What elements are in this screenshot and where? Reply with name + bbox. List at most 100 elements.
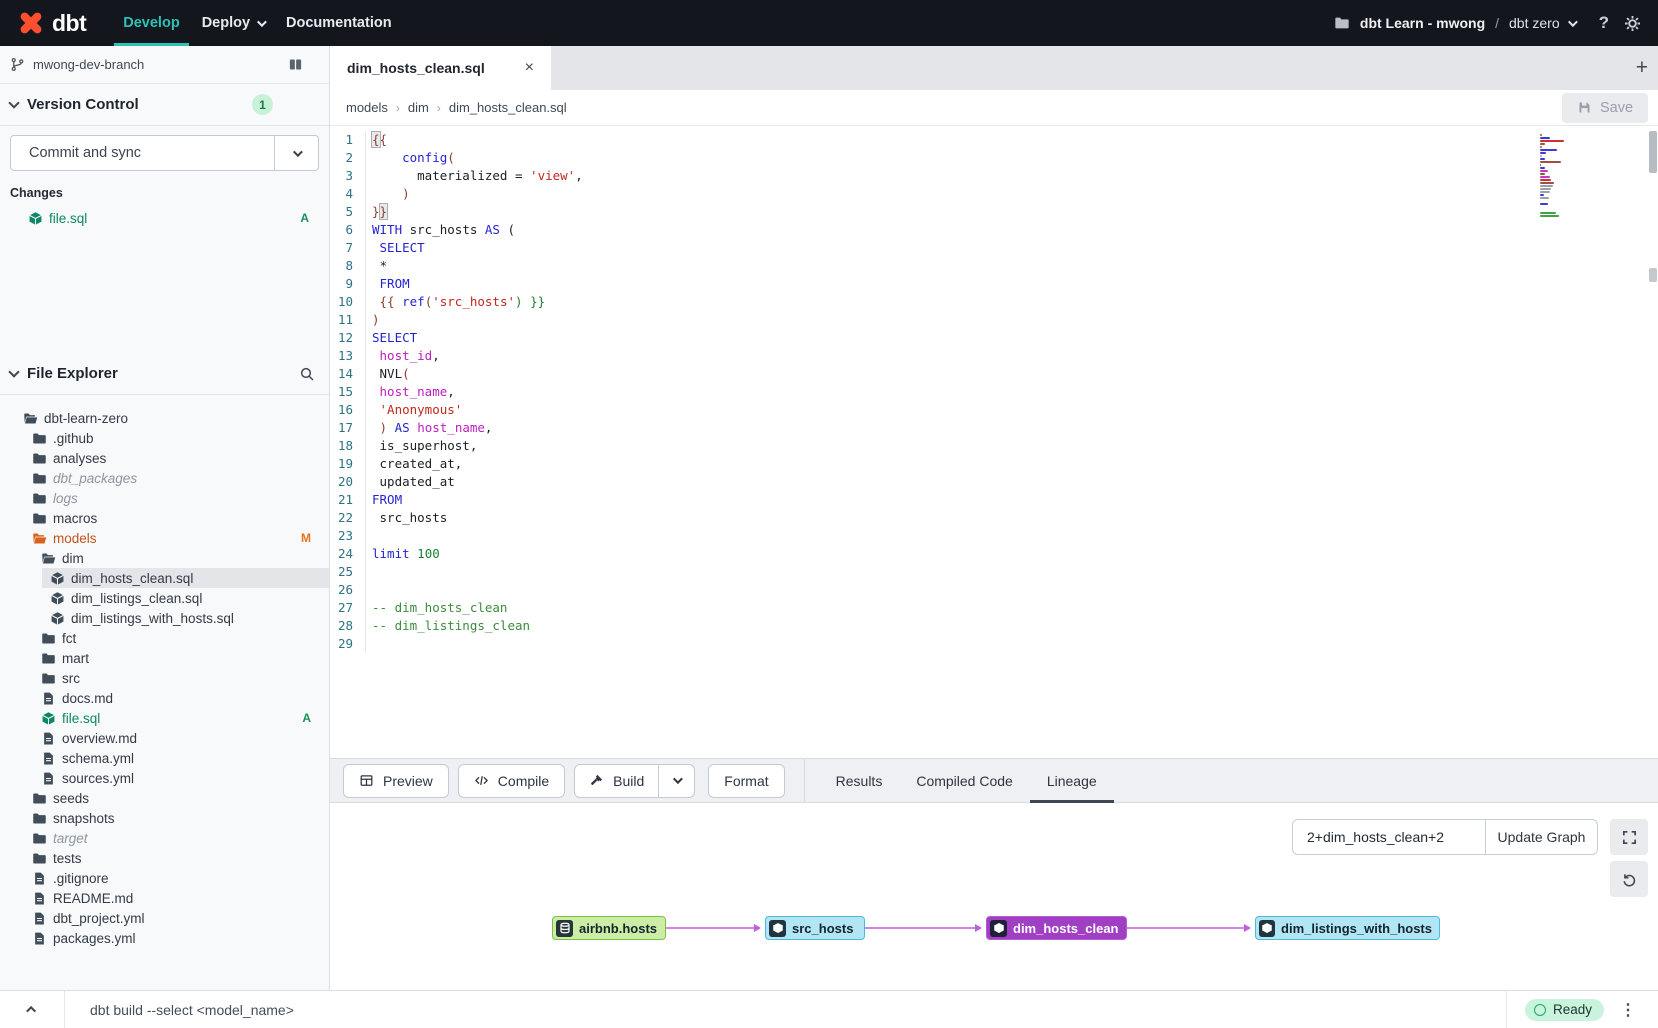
code-line[interactable]: 27-- dim_hosts_clean xyxy=(330,599,1658,617)
tree-item-dbt_project.yml[interactable]: dbt_project.yml xyxy=(0,908,329,928)
reader-icon[interactable] xyxy=(287,57,304,72)
tab-compiled-code[interactable]: Compiled Code xyxy=(899,759,1030,802)
code-line[interactable]: 23 xyxy=(330,527,1658,545)
code-line[interactable]: 25 xyxy=(330,563,1658,581)
lineage-node-dim_hosts_clean[interactable]: dim_hosts_clean xyxy=(986,916,1127,940)
code-line[interactable]: 15 host_name, xyxy=(330,383,1658,401)
command-input[interactable]: dbt build --select <model_name> xyxy=(90,1002,1506,1018)
fullscreen-button[interactable] xyxy=(1610,819,1648,855)
tree-item-tests[interactable]: tests xyxy=(0,848,329,868)
new-tab-button[interactable]: + xyxy=(1636,46,1648,90)
code-line[interactable]: 20 updated_at xyxy=(330,473,1658,491)
code-line[interactable]: 29 xyxy=(330,635,1658,653)
nav-deploy[interactable]: Deploy xyxy=(191,0,275,46)
save-button[interactable]: Save xyxy=(1562,93,1648,123)
tree-item-seeds[interactable]: seeds xyxy=(0,788,329,808)
lineage-node-dim_listings_with_hosts[interactable]: dim_listings_with_hosts xyxy=(1255,916,1440,940)
preview-button[interactable]: Preview xyxy=(343,764,449,798)
close-icon[interactable]: × xyxy=(525,59,534,77)
tree-item-macros[interactable]: macros xyxy=(0,508,329,528)
code-line[interactable]: 21FROM xyxy=(330,491,1658,509)
tree-item-.github[interactable]: .github xyxy=(0,428,329,448)
tree-item-src[interactable]: src xyxy=(0,668,329,688)
code-line[interactable]: 2 config( xyxy=(330,149,1658,167)
code-line[interactable]: 19 created_at, xyxy=(330,455,1658,473)
build-button[interactable]: Build xyxy=(575,765,658,797)
tree-item-sources.yml[interactable]: sources.yml xyxy=(0,768,329,788)
tab-dim-hosts-clean[interactable]: dim_hosts_clean.sql × xyxy=(330,46,551,90)
commit-options-dropdown[interactable] xyxy=(274,136,318,170)
search-icon[interactable] xyxy=(299,366,315,382)
tree-item-models[interactable]: modelsM xyxy=(0,528,329,548)
editor-scrollbar[interactable] xyxy=(1648,126,1658,758)
expand-command-panel-button[interactable] xyxy=(0,991,65,1028)
tree-item-dim_listings_clean.sql[interactable]: dim_listings_clean.sql xyxy=(0,588,329,608)
code-line[interactable]: 17 ) AS host_name, xyxy=(330,419,1658,437)
nav-develop[interactable]: Develop xyxy=(112,0,190,46)
code-line[interactable]: 12SELECT xyxy=(330,329,1658,347)
tree-item-logs[interactable]: logs xyxy=(0,488,329,508)
code-line[interactable]: 7 SELECT xyxy=(330,239,1658,257)
compile-button[interactable]: Compile xyxy=(458,764,565,798)
code-line[interactable]: 13 host_id, xyxy=(330,347,1658,365)
code-line[interactable]: 26 xyxy=(330,581,1658,599)
dbt-logo[interactable]: dbt xyxy=(18,10,86,37)
tree-item-.gitignore[interactable]: .gitignore xyxy=(0,868,329,888)
lineage-node-airbnb.hosts[interactable]: airbnb.hosts xyxy=(552,916,666,940)
code-line[interactable]: 18 is_superhost, xyxy=(330,437,1658,455)
tree-item-dim_hosts_clean.sql[interactable]: dim_hosts_clean.sql xyxy=(0,568,329,588)
reset-view-button[interactable] xyxy=(1610,861,1648,897)
tree-item-README.md[interactable]: README.md xyxy=(0,888,329,908)
environment-selector[interactable]: dbt zero xyxy=(1509,15,1575,31)
code-line[interactable]: 4 ) xyxy=(330,185,1658,203)
file-explorer-header[interactable]: File Explorer xyxy=(0,353,329,395)
branch-row[interactable]: mwong-dev-branch xyxy=(0,46,329,84)
tree-item-schema.yml[interactable]: schema.yml xyxy=(0,748,329,768)
code-editor[interactable]: 1{{2 config(3 materialized = 'view',4 )5… xyxy=(330,126,1658,758)
update-graph-button[interactable]: Update Graph xyxy=(1485,820,1597,854)
build-options-dropdown[interactable] xyxy=(658,765,694,797)
code-line[interactable]: 9 FROM xyxy=(330,275,1658,293)
code-line[interactable]: 11) xyxy=(330,311,1658,329)
code-line[interactable]: 1{{ xyxy=(330,131,1658,149)
tree-item-dim_listings_with_hosts.sql[interactable]: dim_listings_with_hosts.sql xyxy=(0,608,329,628)
account-switcher[interactable]: dbt Learn - mwong / dbt zero ? xyxy=(1334,13,1642,33)
code-line[interactable]: 5}} xyxy=(330,203,1658,221)
code-line[interactable]: 14 NVL( xyxy=(330,365,1658,383)
tree-item-target[interactable]: target xyxy=(0,828,329,848)
tree-item-file.sql[interactable]: file.sqlA xyxy=(0,708,329,728)
nav-documentation[interactable]: Documentation xyxy=(275,0,403,46)
changed-file-row[interactable]: file.sql A xyxy=(10,208,319,228)
code-line[interactable]: 10 {{ ref('src_hosts') }} xyxy=(330,293,1658,311)
tree-item-mart[interactable]: mart xyxy=(0,648,329,668)
kebab-menu-icon[interactable]: ⋮ xyxy=(1620,1000,1636,1020)
commit-and-sync-button[interactable]: Commit and sync xyxy=(10,135,319,171)
breadcrumb-item[interactable]: dim xyxy=(408,100,429,115)
lineage-node-src_hosts[interactable]: src_hosts xyxy=(765,916,865,940)
code-line[interactable]: 16 'Anonymous' xyxy=(330,401,1658,419)
scrollbar-thumb[interactable] xyxy=(1649,131,1657,173)
tree-item-snapshots[interactable]: snapshots xyxy=(0,808,329,828)
code-line[interactable]: 3 materialized = 'view', xyxy=(330,167,1658,185)
code-line[interactable]: 22 src_hosts xyxy=(330,509,1658,527)
tree-item-dim[interactable]: dim xyxy=(0,548,329,568)
tab-lineage[interactable]: Lineage xyxy=(1030,759,1114,802)
tab-results[interactable]: Results xyxy=(819,759,900,802)
tree-item-dbt_packages[interactable]: dbt_packages xyxy=(0,468,329,488)
tree-item-analyses[interactable]: analyses xyxy=(0,448,329,468)
tree-item-fct[interactable]: fct xyxy=(0,628,329,648)
tree-item-overview.md[interactable]: overview.md xyxy=(0,728,329,748)
breadcrumb-item[interactable]: models xyxy=(346,100,388,115)
tree-item-dbt-learn-zero[interactable]: dbt-learn-zero xyxy=(0,408,329,428)
lineage-selector-input[interactable]: 2+dim_hosts_clean+2 xyxy=(1293,820,1485,854)
code-line[interactable]: 24limit 100 xyxy=(330,545,1658,563)
code-line[interactable]: 28-- dim_listings_clean xyxy=(330,617,1658,635)
version-control-header[interactable]: Version Control 1 xyxy=(0,84,329,126)
help-icon[interactable]: ? xyxy=(1599,13,1609,33)
minimap[interactable] xyxy=(1540,134,1566,221)
gear-icon[interactable] xyxy=(1623,14,1642,33)
code-line[interactable]: 8 * xyxy=(330,257,1658,275)
tree-item-docs.md[interactable]: docs.md xyxy=(0,688,329,708)
breadcrumb-item[interactable]: dim_hosts_clean.sql xyxy=(449,100,567,115)
format-button[interactable]: Format xyxy=(708,764,784,798)
